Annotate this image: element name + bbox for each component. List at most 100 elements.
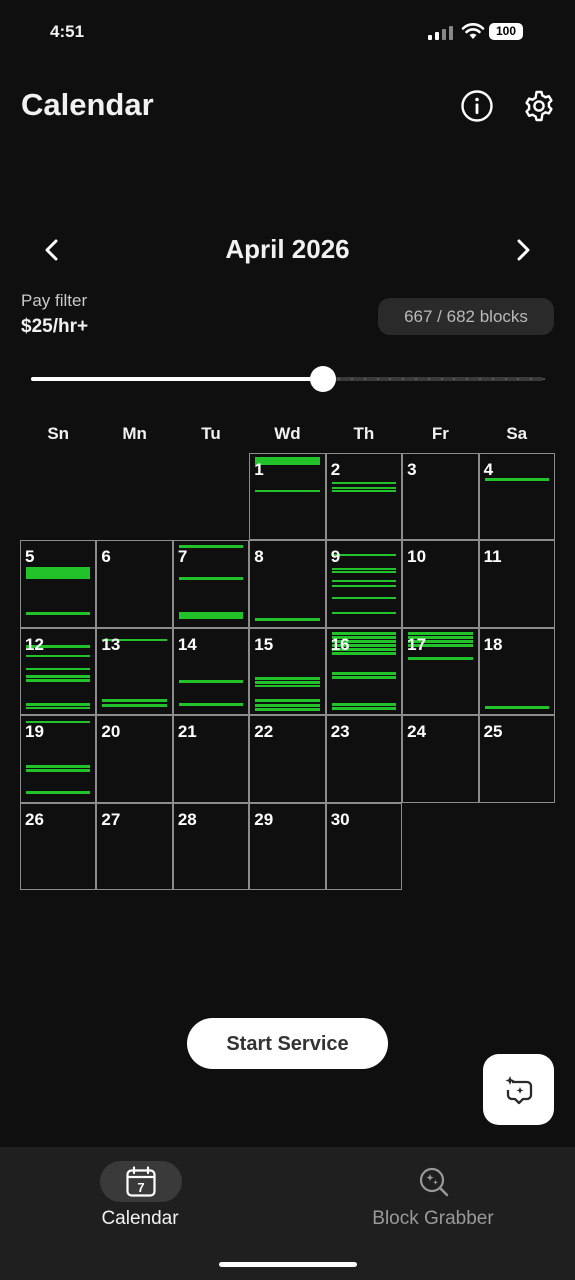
calendar-day-cell[interactable]: 20: [96, 715, 173, 803]
calendar-day-cell[interactable]: 23: [325, 715, 403, 803]
bottom-tab-bar: 7 Calendar Block Grabber: [0, 1147, 575, 1280]
calendar-day-cell[interactable]: 21: [172, 715, 250, 803]
day-number: 5: [25, 547, 35, 567]
calendar-day-cell[interactable]: 12: [20, 627, 97, 716]
slider-tick: [530, 378, 532, 380]
pay-filter-slider[interactable]: [31, 366, 545, 392]
block-indicator-bar: [331, 568, 397, 571]
chevron-right-icon[interactable]: [507, 234, 539, 266]
tab-block-grabber[interactable]: Block Grabber: [313, 1147, 553, 1247]
block-indicator-bar: [484, 478, 549, 481]
calendar-day-cell[interactable]: 4: [478, 453, 555, 541]
pay-filter-value: $25/hr+: [21, 316, 89, 337]
block-indicator-bar: [331, 675, 397, 679]
calendar-day-cell[interactable]: 13: [96, 627, 173, 716]
block-indicator-bar: [178, 545, 244, 549]
calendar-day-cell[interactable]: 25: [478, 715, 555, 803]
day-number: 9: [330, 547, 341, 567]
calendar-day-cell[interactable]: 17: [402, 627, 479, 716]
info-icon[interactable]: [460, 89, 494, 123]
weekday-label: Tu: [201, 424, 221, 443]
day-number: 2: [330, 460, 341, 479]
start-service-button[interactable]: Start Service: [187, 1018, 388, 1069]
block-indicator-bar: [255, 707, 320, 711]
calendar-day-cell[interactable]: 1: [249, 453, 326, 541]
calendar-day-cell[interactable]: 9: [325, 540, 403, 628]
block-indicator-bar: [331, 702, 397, 706]
weekday-label: Th: [353, 424, 375, 443]
calendar-day-cell[interactable]: 8: [249, 540, 326, 628]
battery-indicator: 100: [489, 23, 523, 40]
slider-tick: [543, 378, 545, 380]
slider-thumb[interactable]: [310, 366, 336, 392]
calendar-day-cell[interactable]: 16: [325, 627, 403, 716]
day-number: 20: [101, 722, 121, 742]
block-indicator-bar: [331, 487, 397, 489]
calendar-day-cell[interactable]: 3: [402, 453, 479, 541]
calendar-day-cell[interactable]: 18: [478, 627, 555, 716]
block-indicator-bar: [255, 462, 320, 465]
day-number: 29: [254, 809, 274, 829]
weekday-label: Mn: [122, 424, 147, 443]
calendar-day-cell[interactable]: 5: [20, 540, 97, 628]
calendar-day-cell[interactable]: 27: [96, 802, 173, 890]
search-sparkle-icon: [419, 1167, 449, 1197]
calendar-grid: 1 2 3 4 5 6 7 8 9 10 11 12 13 14 15 16 17 18 19 20 21 22 23 24 2…: [20, 453, 555, 890]
slider-tick: [517, 378, 519, 380]
block-indicator-bar: [331, 580, 397, 583]
calendar-day-cell[interactable]: 2: [325, 453, 403, 541]
block-indicator-bar: [178, 679, 244, 683]
home-indicator: [219, 1262, 357, 1267]
slider-tick: [453, 378, 455, 380]
block-indicator-bar: [178, 577, 244, 581]
gear-icon[interactable]: [522, 89, 556, 123]
block-indicator-bar: [331, 612, 397, 615]
calendar-day-cell[interactable]: 29: [249, 802, 326, 890]
calendar-day-cell[interactable]: 24: [402, 715, 479, 803]
day-number: 10: [407, 547, 427, 567]
slider-tick: [428, 378, 430, 380]
block-indicator-bar: [255, 490, 320, 492]
block-indicator-bar: [102, 698, 167, 702]
sparkle-chat-icon: [505, 1076, 533, 1105]
block-indicator-bar: [26, 765, 91, 769]
calendar-day-cell[interactable]: 15: [249, 627, 326, 716]
block-indicator-bar: [255, 684, 320, 687]
block-indicator-bar: [331, 585, 397, 588]
calendar-day-cell[interactable]: 11: [478, 540, 555, 628]
block-indicator-bar: [255, 618, 320, 622]
day-number: 27: [101, 809, 121, 829]
slider-tick: [364, 378, 366, 380]
day-number: 3: [407, 460, 417, 479]
day-number: 18: [483, 634, 503, 654]
block-indicator-bar: [178, 702, 244, 706]
slider-fill: [31, 377, 323, 381]
block-indicator-bar: [331, 490, 397, 492]
blocks-count-badge: 667 / 682 blocks: [378, 298, 554, 335]
cellular-signal-icon: [428, 26, 453, 40]
status-time: 4:51: [50, 22, 85, 41]
calendar-day-cell[interactable]: 6: [96, 540, 173, 628]
day-number: 25: [483, 722, 503, 742]
calendar-day-cell[interactable]: 30: [325, 802, 403, 890]
block-indicator-bar: [26, 706, 91, 709]
calendar-day-cell[interactable]: 19: [20, 715, 97, 803]
tab-label-calendar: Calendar: [101, 1208, 179, 1229]
weekday-label: Fr: [431, 424, 449, 443]
calendar-day-cell[interactable]: 26: [20, 802, 97, 890]
calendar-day-cell[interactable]: 28: [172, 802, 250, 890]
calendar-day-cell[interactable]: 22: [249, 715, 326, 803]
calendar-day-cell[interactable]: 10: [402, 540, 479, 628]
block-indicator-bar: [408, 656, 473, 660]
calendar-day-cell[interactable]: 7: [172, 540, 250, 628]
calendar-day-cell[interactable]: 14: [172, 627, 250, 716]
page-title: Calendar: [21, 87, 154, 122]
day-number: 28: [177, 809, 197, 829]
month-label: April 2026: [225, 234, 350, 264]
day-number: 24: [407, 722, 427, 742]
day-number: 19: [25, 722, 44, 742]
assistant-fab-button[interactable]: [483, 1054, 554, 1125]
day-number: 11: [483, 547, 502, 567]
tab-calendar[interactable]: 7 Calendar: [20, 1147, 260, 1247]
block-indicator-bar: [331, 554, 397, 557]
